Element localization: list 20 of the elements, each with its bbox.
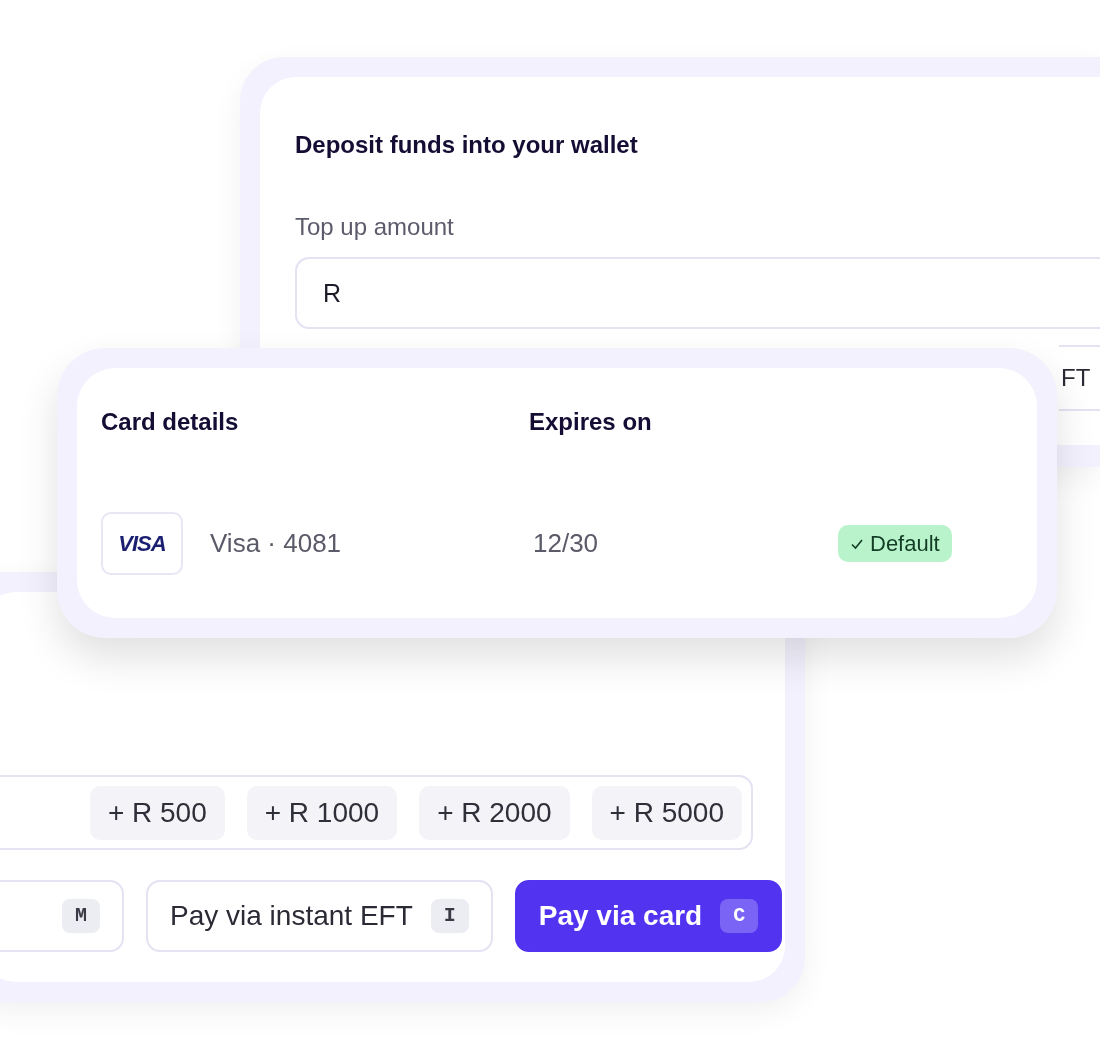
payment-button[interactable]: M bbox=[0, 880, 124, 952]
preset-amount-button[interactable]: + R 1000 bbox=[246, 785, 398, 840]
preset-amount-button[interactable]: + R 2000 bbox=[419, 785, 570, 840]
payment-button[interactable]: Pay via card C bbox=[514, 880, 783, 952]
shortcut-key: C bbox=[720, 899, 759, 933]
card-label: Visa · 4081 bbox=[210, 527, 343, 560]
card-title: Deposit funds into your wallet bbox=[295, 130, 639, 160]
preset-amount-button[interactable]: + R 5000 bbox=[591, 785, 742, 840]
amount-field[interactable]: R bbox=[295, 257, 1100, 329]
visa-logo: VISA bbox=[101, 512, 183, 575]
expiry-date: 12/30 bbox=[533, 527, 600, 560]
payment-button[interactable]: FT bbox=[1059, 345, 1100, 411]
badge-text: Default bbox=[870, 530, 940, 558]
payment-button[interactable]: Pay via instant EFT I bbox=[146, 880, 493, 952]
shortcut-key: I bbox=[430, 899, 469, 933]
preset-amount-button[interactable]: + R 500 bbox=[89, 785, 225, 840]
column-header: Card details bbox=[101, 407, 240, 437]
shortcut-key: M bbox=[62, 899, 100, 933]
column-header: Expires on bbox=[529, 407, 652, 437]
field-label: Top up amount bbox=[295, 212, 455, 242]
